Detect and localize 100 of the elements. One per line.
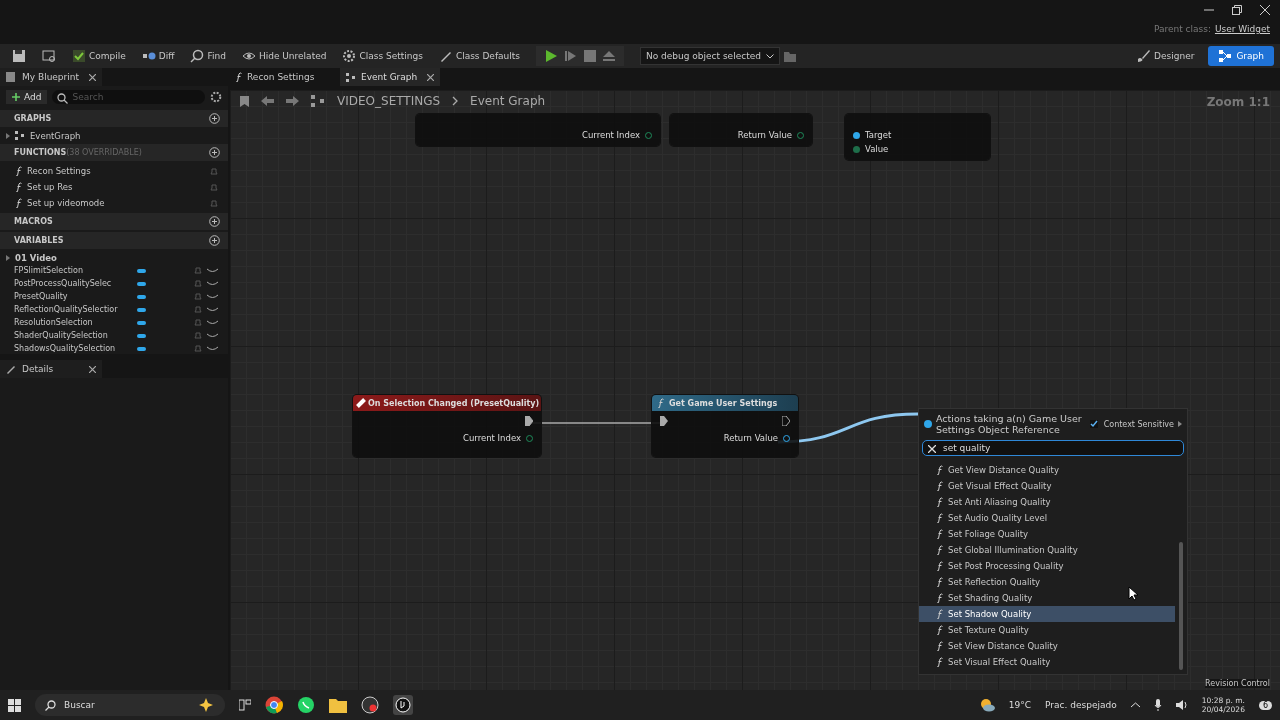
- add-circle-icon[interactable]: [209, 113, 220, 124]
- settings-button[interactable]: Class Settings: [336, 47, 429, 65]
- action-item[interactable]: Set Shadow Quality: [919, 605, 1175, 622]
- expand-arrow-icon[interactable]: [6, 254, 10, 261]
- function-item[interactable]: Set up Res: [0, 179, 228, 195]
- variable-item[interactable]: PresetQuality: [0, 290, 228, 303]
- forward-arrow-icon[interactable]: [286, 96, 299, 106]
- action-item[interactable]: Set View Distance Quality: [919, 637, 1175, 654]
- variable-item[interactable]: FPSlimitSelection: [0, 264, 228, 277]
- exec-pin-icon[interactable]: [525, 416, 533, 426]
- folder-icon[interactable]: [329, 697, 347, 713]
- record-icon[interactable]: [361, 696, 379, 714]
- eye-icon[interactable]: [207, 294, 218, 299]
- settings-icon[interactable]: [210, 91, 222, 103]
- section-header[interactable]: GRAPHS: [0, 110, 228, 127]
- close-icon[interactable]: [1260, 5, 1270, 15]
- variable-item[interactable]: ShadowsQualitySelection: [0, 342, 228, 354]
- event-node[interactable]: On Selection Changed (PresetQuality) Current Index: [353, 395, 541, 457]
- action-item[interactable]: Get View Distance Quality: [919, 461, 1175, 478]
- close-tab-icon[interactable]: [89, 73, 96, 81]
- action-item[interactable]: Set Reflection Quality: [919, 573, 1175, 590]
- designer-mode-button[interactable]: Designer: [1126, 46, 1205, 66]
- my-blueprint-tab[interactable]: My Blueprint: [0, 68, 102, 86]
- action-item[interactable]: Set Shading Quality: [919, 589, 1175, 606]
- exec-pin-icon[interactable]: [660, 416, 668, 426]
- context-sensitive-checkbox[interactable]: [1089, 420, 1098, 429]
- eject-icon[interactable]: [602, 50, 616, 62]
- action-item[interactable]: Get Visual Effect Quality: [919, 477, 1175, 494]
- chrome-icon[interactable]: [265, 696, 283, 714]
- unreal-engine-icon[interactable]: [393, 695, 413, 715]
- eye-icon[interactable]: [207, 320, 218, 325]
- restore-icon[interactable]: [1232, 5, 1242, 15]
- action-item[interactable]: Set Visual Effect Quality: [919, 653, 1175, 670]
- close-tab-icon[interactable]: [427, 73, 434, 81]
- exec-pin-icon[interactable]: [782, 416, 790, 426]
- graph-item[interactable]: EventGraph: [0, 129, 228, 142]
- section-header[interactable]: MACROS: [0, 213, 228, 230]
- section-header[interactable]: VARIABLES: [0, 232, 228, 249]
- blueprint-node[interactable]: Target Value: [845, 114, 990, 160]
- variable-item[interactable]: PostProcessQualitySelec: [0, 277, 228, 290]
- add-circle-icon[interactable]: [209, 216, 220, 227]
- step-icon[interactable]: [564, 49, 578, 63]
- breadcrumb-blueprint[interactable]: VIDEO_SETTINGS: [337, 94, 441, 108]
- add-button[interactable]: Add: [6, 90, 48, 104]
- find-button[interactable]: Find: [184, 47, 232, 65]
- blueprint-node[interactable]: Current Index: [416, 114, 660, 146]
- eye-icon[interactable]: [207, 268, 218, 273]
- eye-icon[interactable]: [207, 307, 218, 312]
- blueprint-node[interactable]: Return Value: [670, 114, 812, 146]
- play-icon[interactable]: [544, 49, 558, 63]
- speaker-icon[interactable]: [1175, 699, 1188, 711]
- action-item[interactable]: Set Foliage Quality: [919, 525, 1175, 542]
- revision-control-button[interactable]: Revision Control: [1205, 679, 1270, 688]
- chat-bubble-icon[interactable]: [297, 696, 315, 714]
- hide-button[interactable]: Hide Unrelated: [235, 47, 333, 65]
- windows-start-icon[interactable]: [8, 698, 21, 712]
- action-item[interactable]: Set Global Illumination Quality: [919, 541, 1175, 558]
- chevron-up-icon[interactable]: [1130, 702, 1140, 708]
- eye-icon[interactable]: [207, 281, 218, 286]
- pin-icon[interactable]: [853, 131, 860, 139]
- action-item[interactable]: Set Anti Aliasing Quality: [919, 493, 1175, 510]
- function-item[interactable]: Recon Settings: [0, 163, 228, 179]
- bookmark-icon[interactable]: [240, 95, 249, 107]
- add-circle-icon[interactable]: [209, 235, 220, 246]
- notification-badge[interactable]: 6: [1258, 700, 1272, 710]
- parent-class-link[interactable]: User Widget: [1214, 24, 1270, 34]
- action-search-field[interactable]: set quality: [922, 439, 1184, 456]
- eye-icon[interactable]: [207, 346, 218, 351]
- add-circle-icon[interactable]: [209, 147, 220, 158]
- search-field[interactable]: Search: [52, 90, 205, 104]
- variable-item[interactable]: ResolutionSelection: [0, 316, 228, 329]
- variable-category[interactable]: 01 Video: [0, 251, 228, 264]
- action-item[interactable]: Set Audio Quality Level: [919, 509, 1175, 526]
- close-tab-icon[interactable]: [89, 365, 96, 373]
- defaults-button[interactable]: Class Defaults: [432, 47, 526, 65]
- function-icon: [937, 464, 943, 475]
- graph-tab[interactable]: Event Graph: [340, 68, 440, 86]
- clear-icon[interactable]: [928, 444, 936, 453]
- variable-item[interactable]: ShaderQualitySelection: [0, 329, 228, 342]
- variable-item[interactable]: ReflectionQualitySelectior: [0, 303, 228, 316]
- diff-button[interactable]: Diff: [135, 47, 181, 65]
- taskbar-search-field[interactable]: Buscar: [35, 694, 225, 716]
- section-header[interactable]: FUNCTIONS(38 OVERRIDABLE): [0, 144, 228, 161]
- task-view-icon[interactable]: [239, 699, 251, 711]
- function-node[interactable]: Get Game User Settings Return Value: [652, 395, 798, 457]
- eye-icon[interactable]: [207, 333, 218, 338]
- debug-object-dropdown[interactable]: No debug object selected: [640, 47, 780, 65]
- microphone-icon[interactable]: [1153, 699, 1162, 711]
- function-item[interactable]: Set up videomode: [0, 195, 228, 211]
- expand-arrow-icon[interactable]: [6, 132, 10, 139]
- back-arrow-icon[interactable]: [261, 96, 274, 106]
- action-item[interactable]: Set Texture Quality: [919, 621, 1175, 638]
- compile-button[interactable]: Compile: [66, 47, 132, 65]
- context-sensitive-label[interactable]: Context Sensitive: [1103, 419, 1174, 429]
- action-item[interactable]: Set Post Processing Quality: [919, 557, 1175, 574]
- expand-arrow-icon[interactable]: [1178, 421, 1182, 428]
- pin-icon[interactable]: [853, 145, 860, 153]
- graph-mode-button[interactable]: Graph: [1208, 46, 1274, 66]
- details-tab[interactable]: Details: [0, 360, 102, 378]
- graph-tab[interactable]: Recon Settings: [230, 68, 330, 86]
